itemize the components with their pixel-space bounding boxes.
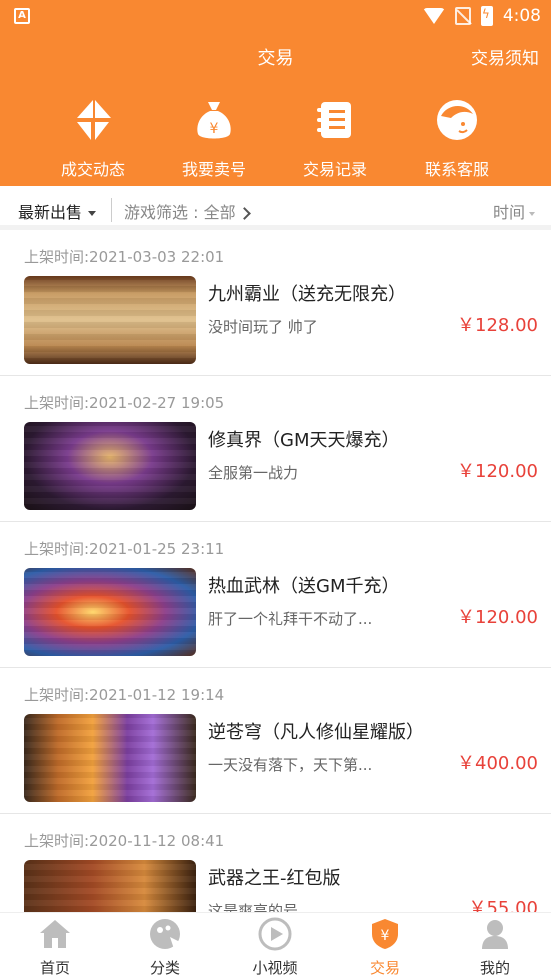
listing-item[interactable]: 上架时间:2021-02-27 19:05 修真界（GM天天爆充） 全服第一战力… [0,376,551,522]
quick-action-label: 联系客服 [424,160,489,179]
filter-bar: 最新出售 游戏筛选 : 全部 时间 [0,190,551,230]
video-play-icon [258,917,292,951]
quick-action-label: 交易记录 [302,160,367,179]
listing-price: ￥55.00 [468,898,538,912]
listing-title: 逆苍穹（凡人修仙星耀版） [208,722,424,743]
tab-label: 分类 [149,959,180,977]
listing-time: 上架时间:2021-03-03 22:01 [24,248,225,266]
listing-title: 热血武林（送GM千充） [208,576,400,597]
tab-label: 我的 [479,959,510,977]
quick-action-label: 成交动态 [60,160,125,179]
svg-text:¥: ¥ [210,121,219,137]
listing-desc: 一天没有落下，天下第... [208,756,373,774]
quick-action-deal-dynamics[interactable]: 成交动态 [38,98,148,180]
records-icon [317,102,351,138]
profile-icon [482,920,508,949]
listing-time: 上架时间:2021-01-12 19:14 [24,686,225,704]
notification-icon: A [14,8,30,24]
sort-time-dropdown[interactable]: 时间 [493,199,535,223]
listing-desc: 全服第一战力 [208,464,299,482]
no-sim-icon [454,7,471,25]
status-time: 4:08 [502,6,541,26]
quick-action-sell-account[interactable]: ¥ 我要卖号 [159,98,269,180]
listing-thumbnail [24,568,196,656]
listing-price: ￥400.00 [457,753,538,774]
tab-category[interactable]: 分类 [110,917,220,978]
caret-down-icon [529,211,535,216]
tab-trade[interactable]: ¥ 交易 [330,917,440,978]
listing-item[interactable]: 上架时间:2021-01-25 23:11 热血武林（送GM千充） 肝了一个礼拜… [0,522,551,668]
quick-action-trade-records[interactable]: 交易记录 [280,98,390,180]
caret-down-icon [88,211,97,216]
divider [111,198,112,222]
quick-action-customer-service[interactable]: 联系客服 [402,98,512,180]
tab-home[interactable]: 首页 [0,917,110,978]
tab-label: 交易 [369,959,400,977]
listing-time: 上架时间:2021-01-25 23:11 [24,540,225,558]
customer-service-icon [437,100,477,140]
listing-desc: 肝了一个礼拜干不动了... [208,610,373,628]
chevron-right-icon [237,207,251,220]
listing-title: 武器之王-红包版 [208,868,341,889]
listing-item[interactable]: 上架时间:2021-03-03 22:01 九州霸业（送充无限充） 没时间玩了 … [0,230,551,376]
quick-action-label: 我要卖号 [181,160,246,179]
trade-shield-icon: ¥ [372,919,398,949]
category-icon [150,919,182,949]
tab-profile[interactable]: 我的 [440,917,550,978]
listing-thumbnail [24,276,196,364]
listing-time: 上架时间:2020-11-12 08:41 [24,832,225,850]
svg-text:¥: ¥ [381,928,390,944]
listing-desc: 这是爽高的号 [208,902,299,912]
tab-short-video[interactable]: 小视频 [220,917,330,978]
listing-price: ￥128.00 [457,315,538,336]
listing-thumbnail [24,714,196,802]
trade-notice-link[interactable]: 交易须知 [471,44,539,69]
header: A 4:08 交易 交易须知 成交动态 ¥ 我要卖号 [0,0,551,186]
sort-time-label: 时间 [492,203,525,222]
listing-title: 修真界（GM天天爆充） [208,430,400,451]
listing-item[interactable]: 上架时间:2020-11-12 08:41 武器之王-红包版 这是爽高的号 ￥5… [0,814,551,912]
page-title: 交易 [257,48,294,69]
latest-sale-dropdown[interactable]: 最新出售 [18,199,97,223]
listing-price: ￥120.00 [457,607,538,628]
battery-icon [480,6,493,26]
status-bar: A 4:08 [0,0,551,32]
deal-dynamics-icon [77,100,111,140]
listing-time: 上架时间:2021-02-27 19:05 [24,394,225,412]
listing-thumbnail [24,422,196,510]
tab-label: 首页 [39,959,70,977]
game-filter-label: 游戏筛选 : 全部 [124,203,236,222]
listing-desc: 没时间玩了 帅了 [208,318,318,336]
home-icon [40,920,70,948]
listing-item[interactable]: 上架时间:2021-01-12 19:14 逆苍穹（凡人修仙星耀版） 一天没有落… [0,668,551,814]
latest-sale-label: 最新出售 [18,203,83,222]
bottom-tab-bar: 首页 分类 小视频 ¥ 交易 我的 [0,912,551,979]
tab-label: 小视频 [252,959,298,977]
listing-title: 九州霸业（送充无限充） [208,284,406,305]
listing-price: ￥120.00 [457,461,538,482]
listing-thumbnail [24,860,196,912]
wifi-icon [422,8,445,24]
money-bag-icon: ¥ [197,102,231,139]
game-filter[interactable]: 游戏筛选 : 全部 [124,199,251,223]
